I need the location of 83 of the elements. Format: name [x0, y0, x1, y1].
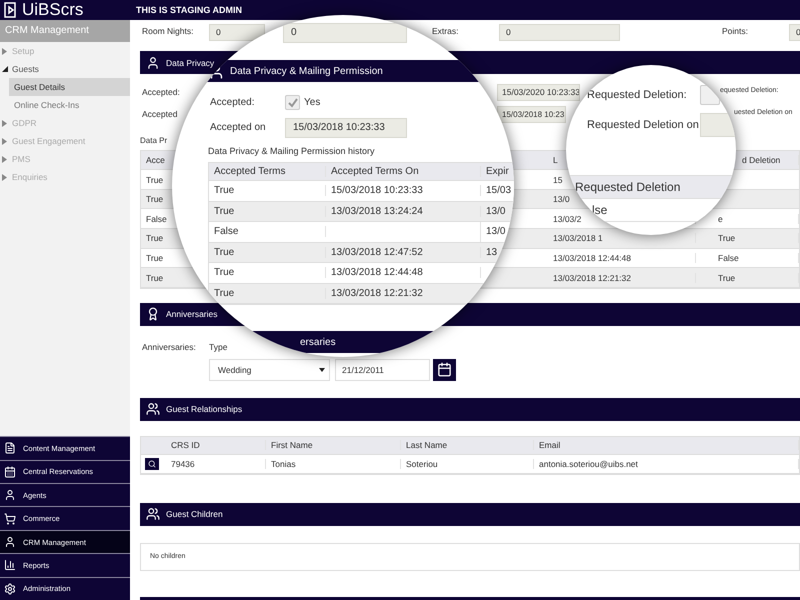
- calendar-icon: [4, 466, 16, 478]
- table-cell: Tonias: [266, 458, 401, 469]
- table-cell: 13/03/2018 12:21:32: [326, 288, 481, 299]
- table-cell: 13/03/2018 12:21:32: [548, 272, 696, 283]
- checkbox[interactable]: [285, 95, 300, 110]
- bar-chart-icon: [4, 559, 16, 572]
- sidebar-title: CRM Management: [0, 20, 130, 42]
- table-cell: False: [696, 252, 799, 263]
- expanded-arrow-icon: [2, 66, 8, 72]
- field-label: Accepted: [142, 108, 178, 120]
- collapsed-arrow-icon: [2, 120, 8, 126]
- input-field[interactable]: 0: [283, 23, 407, 43]
- table-title: Data Pr: [140, 136, 168, 146]
- search-button[interactable]: [145, 458, 159, 470]
- table-cell: 13/03/2018 12:44:48: [326, 267, 481, 278]
- date-field[interactable]: 21/12/2011: [335, 358, 430, 381]
- people-icon: [146, 402, 160, 416]
- field-label: Room Nights:: [142, 25, 194, 36]
- logo-icon: [4, 2, 18, 18]
- section-header: Guest Relationships: [140, 398, 800, 421]
- table-cell: 13/03/2018 12:47:52: [326, 246, 481, 258]
- table-cell: 13/03/2018 12:44:48: [548, 252, 696, 263]
- person-icon: [146, 56, 160, 70]
- field-label: Points:: [722, 25, 749, 36]
- tree-item[interactable]: Guests: [0, 60, 130, 78]
- collapsed-arrow-icon: [2, 138, 8, 144]
- table-cell: 13/0: [481, 206, 514, 217]
- table-cell: False: [209, 226, 326, 238]
- logo-text: UiBScrs: [22, 0, 84, 20]
- table-cell: 79436: [166, 458, 266, 469]
- person-icon: [4, 489, 16, 502]
- collapsed-arrow-icon: [2, 156, 8, 162]
- staging-title: THIS IS STAGING ADMIN: [135, 5, 242, 15]
- column-header: Email: [534, 440, 799, 450]
- table-cell: 15/03/2018 10:23:33: [326, 185, 481, 196]
- column-header: CRS ID: [166, 440, 266, 450]
- table-cell: Soteriou: [401, 458, 534, 469]
- table-cell: 13/0: [481, 226, 514, 238]
- type-select[interactable]: Wedding: [209, 358, 330, 381]
- document-icon: [4, 442, 16, 454]
- collapsed-arrow-icon: [2, 174, 8, 180]
- tree-item[interactable]: Guest Details: [9, 78, 130, 96]
- field-label: Accepted on: [210, 122, 267, 133]
- cart-icon: [4, 512, 16, 525]
- settings-icon: [4, 582, 16, 595]
- checkbox-label: Yes: [304, 97, 320, 108]
- search-icon: [148, 460, 156, 468]
- checkbox[interactable]: [700, 85, 720, 105]
- table-cell: True: [696, 272, 799, 283]
- date-field[interactable]: 15/03/2018 10:23:33: [285, 118, 407, 138]
- person-icon: [4, 536, 16, 548]
- caret-icon: [319, 368, 325, 372]
- tree-item[interactable]: Online Check-Ins: [9, 96, 130, 114]
- calendar-button[interactable]: [433, 358, 456, 381]
- field-label: Extras:: [432, 25, 460, 36]
- table-cell: True: [209, 206, 326, 217]
- column-header: Accepted Terms: [209, 166, 326, 177]
- table-cell: True: [209, 267, 326, 278]
- table-cell: True: [696, 233, 799, 244]
- column-header: Accepted Terms On: [326, 166, 481, 177]
- section-header: Guest Children: [140, 502, 800, 526]
- input-field[interactable]: 0: [209, 24, 265, 41]
- column-header: First Name: [266, 440, 401, 450]
- award-icon: [146, 307, 160, 322]
- table-cell: True: [209, 246, 326, 258]
- field-label: Accepted:: [142, 86, 180, 98]
- field-label: Accepted:: [210, 97, 256, 108]
- calendar-icon: [437, 362, 452, 378]
- field-label: Type: [209, 340, 228, 352]
- field-label: Requested Deletion:: [587, 89, 688, 101]
- column-header: Last Name: [401, 440, 534, 450]
- field-label: Anniversaries:: [142, 340, 196, 352]
- input-field[interactable]: 0: [499, 24, 620, 41]
- table-cell: 13/03/2018 13:24:24: [326, 206, 481, 217]
- table-cell: 13: [481, 246, 514, 258]
- table-cell: True: [209, 185, 326, 196]
- table-title: Data Privacy & Mailing Permission history: [208, 146, 376, 156]
- date-field[interactable]: 15/03/2018 10:23: [497, 106, 566, 124]
- collapsed-arrow-icon: [2, 48, 8, 54]
- field-label: Requested Deletion on: [587, 119, 700, 131]
- table-cell: True: [209, 288, 326, 299]
- table-cell: antonia.soteriou@uibs.net: [534, 458, 799, 469]
- people-icon: [146, 507, 160, 522]
